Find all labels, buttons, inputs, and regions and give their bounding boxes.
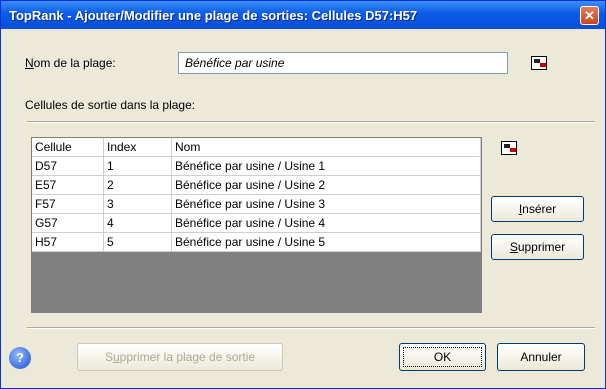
ok-button[interactable]: OK [399,343,486,371]
cell-name: Bénéfice par usine / Usine 1 [171,156,481,176]
delete-button[interactable]: Supprimer [491,234,584,260]
output-cells-label: Cellules de sortie dans la plage: [25,98,196,112]
cell-range-select-icon [531,56,547,70]
cell-range-select-icon [501,141,517,155]
separator [27,121,595,123]
close-icon: ✕ [584,8,595,23]
topRank-dialog: TopRank - Ajouter/Modifier une plage de … [0,0,606,389]
table-row[interactable]: H57 5 Bénéfice par usine / Usine 5 [32,232,481,252]
cell-index: 5 [103,232,172,252]
cell-index: 3 [103,194,172,214]
close-button[interactable]: ✕ [580,6,599,25]
title-bar[interactable]: TopRank - Ajouter/Modifier une plage de … [1,1,605,29]
cell-name: Bénéfice par usine / Usine 3 [171,194,481,214]
output-cells-table: Cellule Index Nom D57 1 Bénéfice par usine… [32,138,481,252]
window-title: TopRank - Ajouter/Modifier une plage de … [9,8,418,23]
range-name-input[interactable]: Bénéfice par usine [178,52,508,74]
cell-name: Bénéfice par usine / Usine 5 [171,232,481,252]
cell-ref: D57 [32,156,104,176]
table-row[interactable]: E57 2 Bénéfice par usine / Usine 2 [32,175,481,195]
cell-index: 2 [103,175,172,195]
cell-name: Bénéfice par usine / Usine 2 [171,175,481,195]
table-row[interactable]: F57 3 Bénéfice par usine / Usine 3 [32,194,481,214]
cell-index: 1 [103,156,172,176]
column-header-cell[interactable]: Cellule [32,138,104,157]
column-header-index[interactable]: Index [103,138,172,157]
cell-name: Bénéfice par usine / Usine 4 [171,213,481,233]
cell-ref: E57 [32,175,104,195]
insert-button[interactable]: Insérer [491,196,584,222]
cancel-button[interactable]: Annuler [497,343,585,371]
table-row[interactable]: D57 1 Bénéfice par usine / Usine 1 [32,156,481,176]
column-header-name[interactable]: Nom [171,138,481,157]
cell-index: 4 [103,213,172,233]
help-icon[interactable]: ? [9,347,31,369]
delete-range-button[interactable]: Supprimer la plage de sortie [77,343,283,371]
footer-separator [27,327,595,329]
cell-ref: F57 [32,194,104,214]
range-select-button[interactable] [522,49,554,77]
cell-ref: G57 [32,213,104,233]
focus-ring [403,347,482,367]
table-header-row: Cellule Index Nom [32,138,481,157]
grid-range-select-button[interactable] [492,134,524,162]
cell-ref: H57 [32,232,104,252]
range-name-label: Nom de la plage: [25,56,116,70]
table-row[interactable]: G57 4 Bénéfice par usine / Usine 4 [32,213,481,233]
output-cells-grid[interactable]: Cellule Index Nom D57 1 Bénéfice par usine… [31,137,482,313]
